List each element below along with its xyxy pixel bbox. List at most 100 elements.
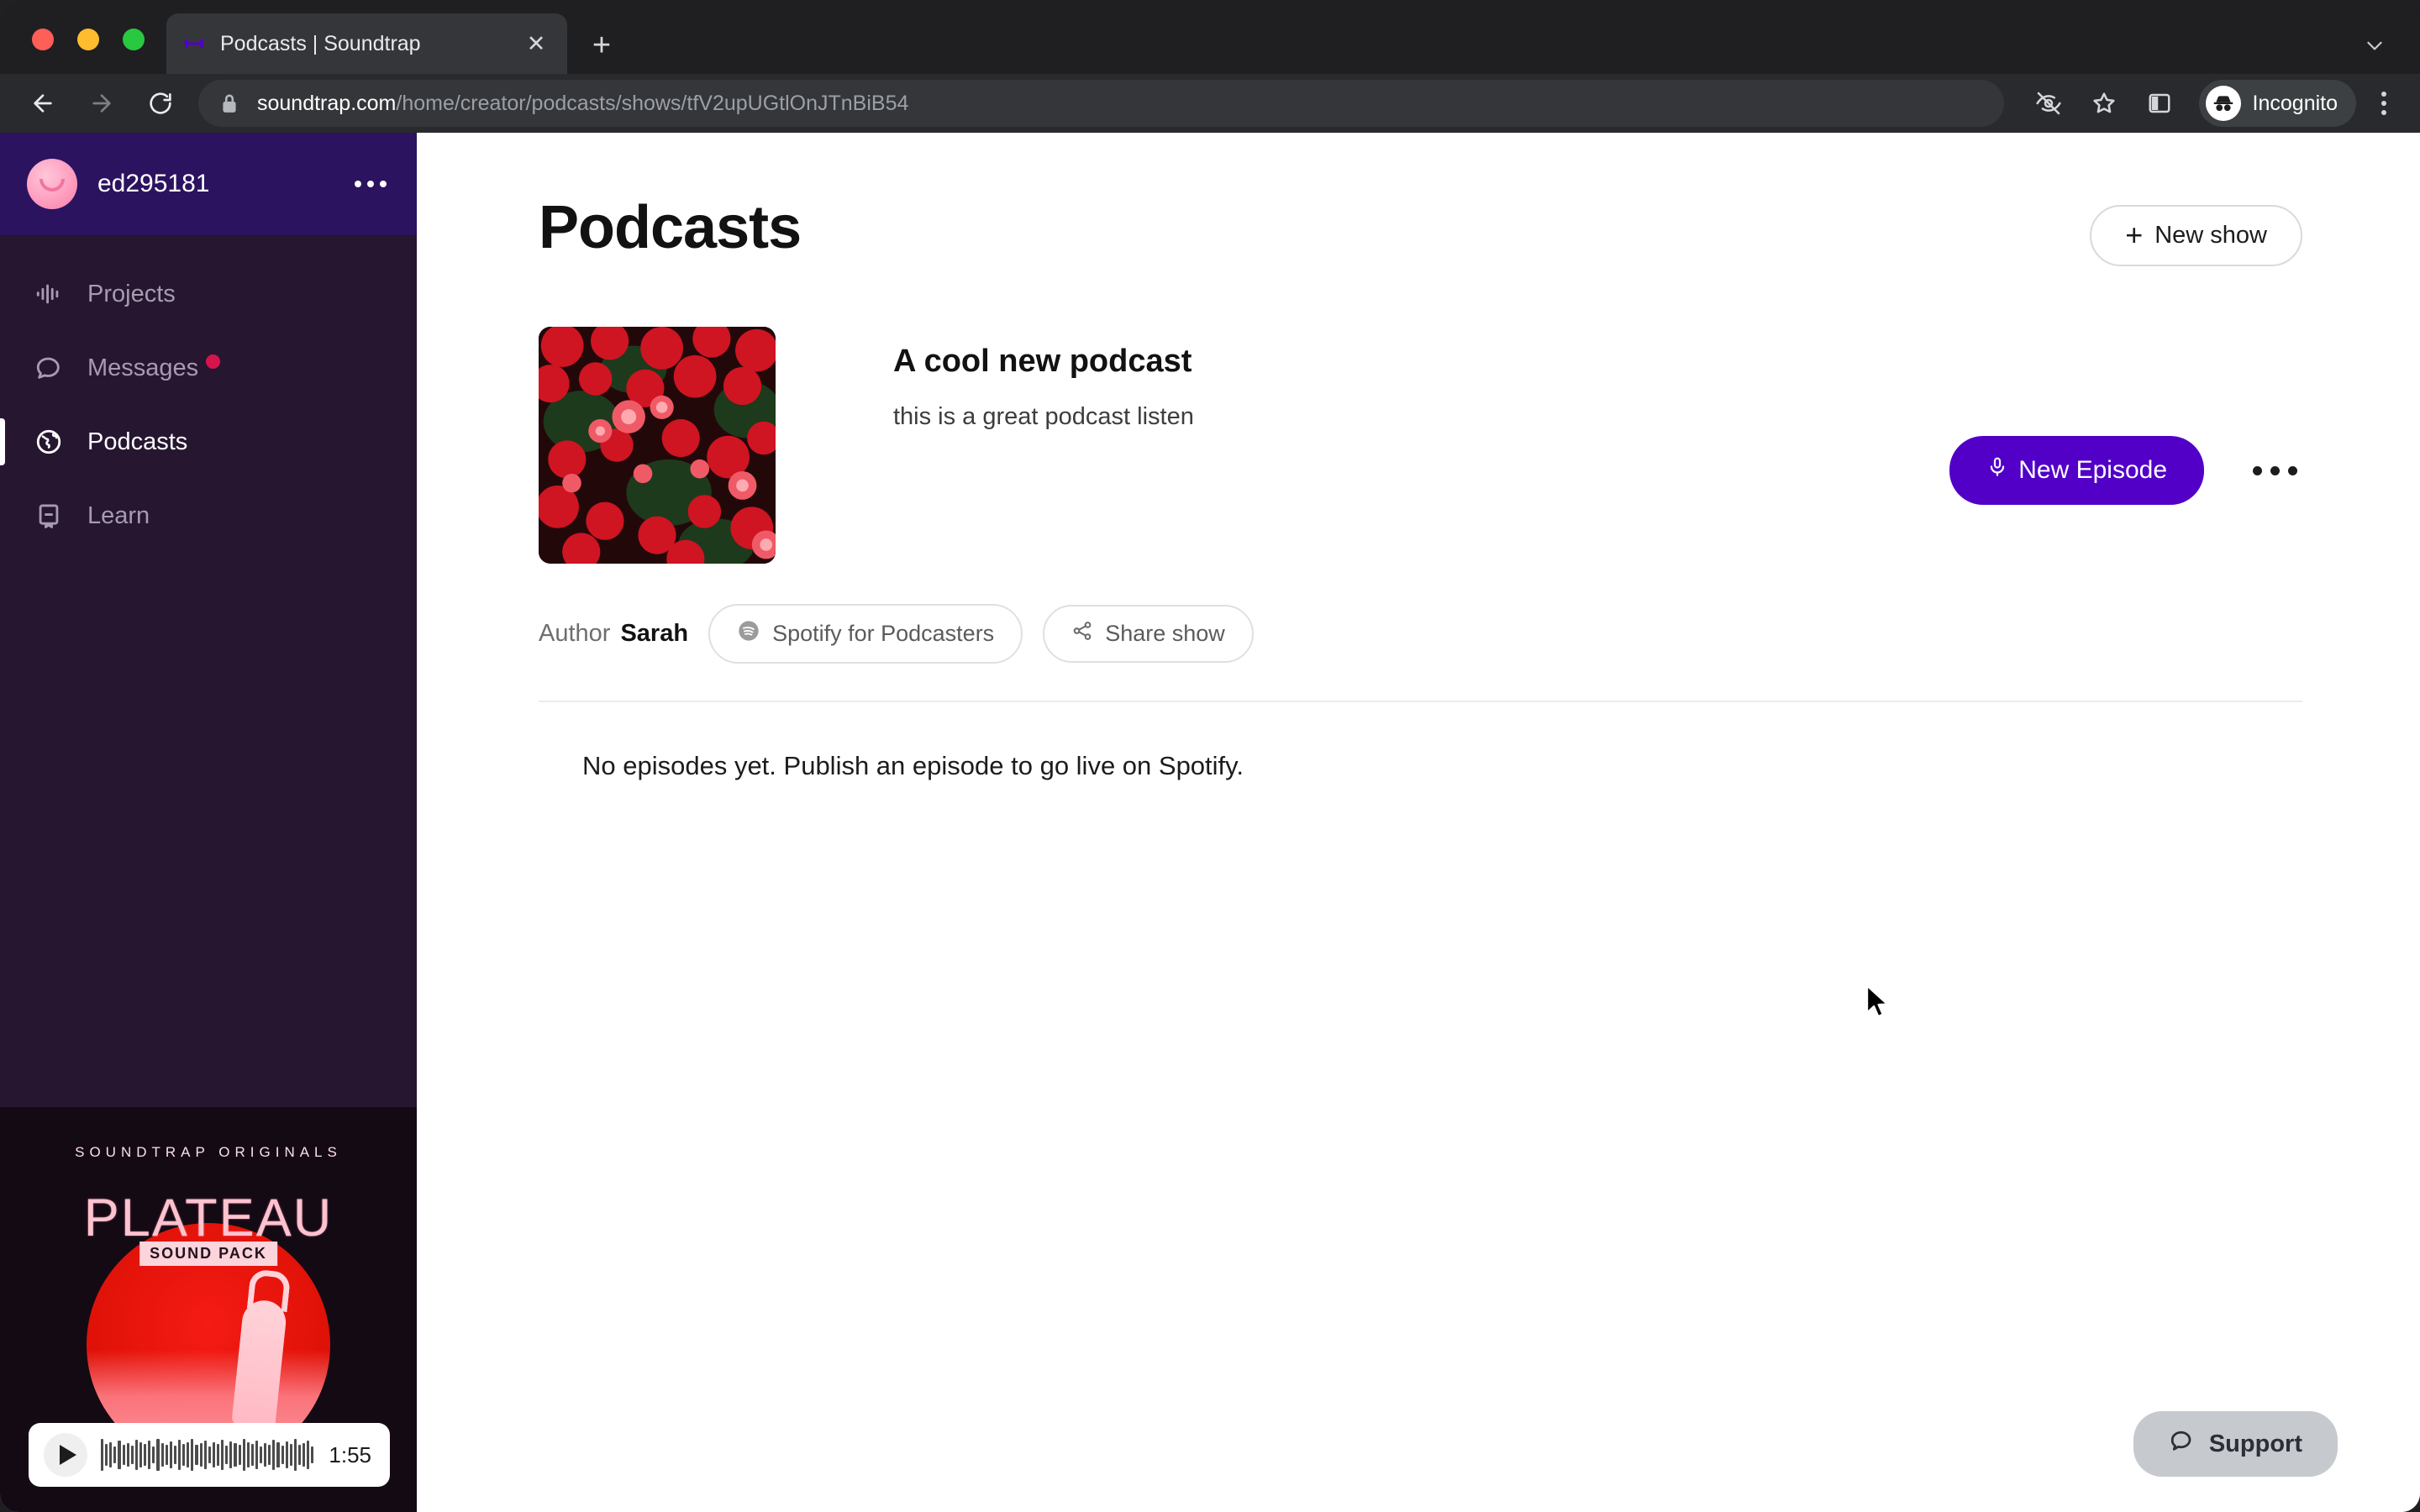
minimize-window-button[interactable] [77,29,99,50]
sidebar-item-messages[interactable]: Messages [0,331,417,405]
close-window-button[interactable] [32,29,54,50]
window-controls[interactable] [32,29,145,50]
waveform-bar [264,1443,267,1467]
waveform-bar [307,1441,310,1469]
waveform-bar [187,1442,190,1467]
waveform-bar [173,1446,176,1464]
url-text: soundtrap.com/home/creator/podcasts/show… [257,92,908,116]
url-path: /home/creator/podcasts/shows/tfV2upUGtlO… [396,91,909,115]
browser-tab[interactable]: Podcasts | Soundtrap ✕ [166,13,567,74]
share-show-button[interactable]: Share show [1043,605,1254,663]
waveform-bar [298,1445,302,1465]
lock-icon [220,92,239,114]
microphone-icon [1986,454,2008,486]
side-panel-icon[interactable] [2137,81,2182,126]
sidebar-item-projects[interactable]: Projects [0,257,417,331]
play-icon[interactable] [44,1433,87,1477]
spotify-icon [737,619,760,648]
waveform-bar [195,1445,198,1465]
incognito-icon [2205,86,2241,121]
spotify-for-podcasters-button[interactable]: Spotify for Podcasters [708,604,1023,664]
profile-label: Incognito [2252,91,2338,115]
promo-title: PLATEAU [83,1189,334,1247]
browser-window: Podcasts | Soundtrap ✕ + soundtrap.com/h… [0,0,2420,1512]
eye-off-icon[interactable] [2026,81,2071,126]
author-block: Author Sarah [539,620,688,648]
address-bar[interactable]: soundtrap.com/home/creator/podcasts/show… [198,80,2004,127]
author-label: Author [539,620,611,647]
share-pill-label: Share show [1105,621,1225,646]
show-summary: A cool new podcast this is a great podca… [539,327,2302,564]
tab-title: Podcasts | Soundtrap [220,31,421,55]
promo-subtitle: SOUND PACK [139,1242,277,1266]
show-description: this is a great podcast listen [893,403,1194,430]
waveform-bar [225,1446,229,1464]
close-icon[interactable]: ✕ [520,28,552,60]
waveform-icon [32,277,66,311]
sidebar-item-learn[interactable]: Learn [0,479,417,553]
show-actions: New Episode [1949,327,2302,505]
audio-player[interactable]: 1:55 [29,1423,390,1487]
support-button[interactable]: Support [2133,1411,2338,1477]
chat-bubble-icon [2169,1428,2194,1460]
spotify-pill-label: Spotify for Podcasters [772,621,995,646]
chevron-down-icon[interactable] [2354,25,2395,66]
waveform-bar [160,1443,164,1467]
smiley-avatar [27,159,77,209]
section-divider [539,701,2302,702]
soundtrap-logo-icon [182,31,207,56]
waveform-bar [134,1440,138,1470]
podcast-cover-red-flowers[interactable] [539,327,776,564]
waveform-bar [152,1446,155,1463]
waveform-bar [302,1443,306,1467]
waveform-bar [144,1444,147,1466]
waveform-bar [199,1443,203,1467]
waveform-bar [234,1443,237,1467]
new-episode-button[interactable]: New Episode [1949,436,2204,505]
empty-state-message: No episodes yet. Publish an episode to g… [582,751,1244,780]
promo-kicker: SOUNDTRAP ORIGINALS [75,1144,342,1160]
waveform-bar [118,1441,121,1469]
profile-chip[interactable]: Incognito [2198,80,2356,127]
waveform-bar [272,1440,276,1470]
promo-card[interactable]: SOUNDTRAP ORIGINALS PLATEAU SOUND PACK 1… [0,1107,417,1512]
waveform-bar [255,1441,259,1469]
username: ed295181 [97,170,210,197]
arrow-left-icon[interactable] [18,79,67,128]
waveform-scrubber[interactable] [101,1436,314,1474]
book-icon [32,499,66,533]
kebab-vertical-icon[interactable] [2363,81,2405,126]
reload-icon[interactable] [136,79,185,128]
waveform-bar [101,1439,104,1471]
plus-icon: + [2125,218,2144,253]
waveform-bar [130,1446,134,1464]
sidebar-user-header[interactable]: ed295181 [0,133,417,235]
waveform-bar [293,1439,297,1471]
mouse-cursor [1865,984,1893,1025]
waveform-bar [113,1446,117,1463]
waveform-bar [229,1441,233,1468]
maximize-window-button[interactable] [123,29,145,50]
bookmark-star-icon[interactable] [2081,81,2127,126]
url-host: soundtrap.com [257,91,397,115]
sidebar-nav: Projects Messages Podcasts Learn [0,235,417,553]
status-badge [206,354,221,369]
waveform-bar [139,1442,143,1467]
waveform-bar [109,1442,113,1467]
page-title: Podcasts [539,194,802,261]
waveform-bar [281,1446,284,1464]
waveform-bar [169,1441,172,1468]
kebab-horizontal-icon[interactable] [350,171,392,197]
chat-bubble-icon [32,351,66,385]
sidebar-item-podcasts[interactable]: Podcasts [0,405,417,479]
waveform-bar [182,1444,186,1466]
plus-icon[interactable]: + [580,24,623,67]
waveform-bar [208,1446,211,1463]
page-viewport: ed295181 Projects Messages Podcasts Lear… [0,133,2420,1512]
cover-artwork [539,327,776,564]
show-more-menu[interactable] [2248,449,2302,492]
page-header: Podcasts + New show [539,193,2302,266]
arrow-right-icon[interactable] [77,79,126,128]
waveform-bar [105,1444,108,1466]
new-show-button[interactable]: + New show [2090,205,2302,266]
